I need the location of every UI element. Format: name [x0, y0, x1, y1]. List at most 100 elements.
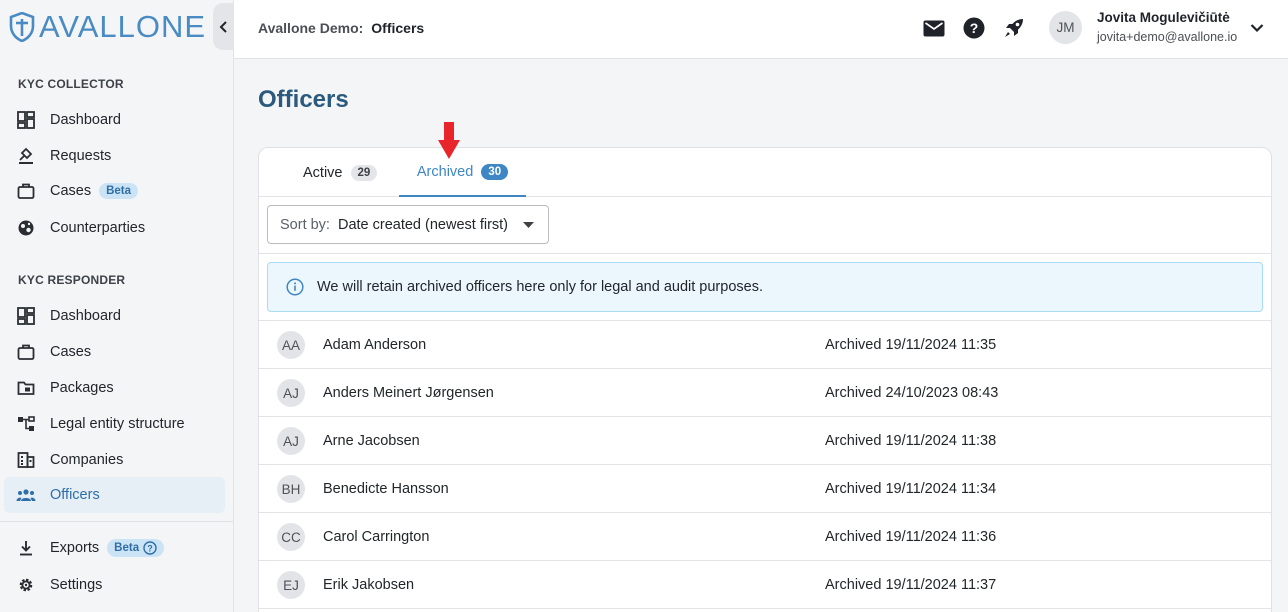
globe-icon [16, 218, 36, 238]
count-badge: 29 [350, 164, 378, 181]
officer-avatar: BH [277, 475, 305, 503]
officers-list: AA Adam Anderson Archived 19/11/2024 11:… [259, 321, 1271, 609]
stamp-icon [16, 146, 36, 166]
sidebar-item-label: Companies [50, 452, 124, 468]
sidebar-item-responder-cases[interactable]: Cases [4, 334, 225, 370]
sort-dropdown[interactable]: Sort by: Date created (newest first) [267, 205, 549, 244]
info-banner: We will retain archived officers here on… [267, 262, 1263, 312]
sidebar-item-label: Legal entity structure [50, 416, 185, 432]
chevron-left-icon [219, 20, 227, 33]
sort-row: Sort by: Date created (newest first) [259, 197, 1271, 254]
tab-active[interactable]: Active 29 [303, 148, 378, 197]
chevron-down-icon[interactable] [1250, 20, 1264, 38]
sidebar-item-responder-dashboard[interactable]: Dashboard [4, 298, 225, 334]
sidebar-item-label: Counterparties [50, 220, 146, 236]
sidebar-item-label: Exports [50, 540, 100, 556]
sidebar-item-label: Cases [50, 344, 92, 360]
info-row: We will retain archived officers here on… [259, 254, 1271, 321]
briefcase-icon [16, 342, 36, 362]
archived-date: Archived 24/10/2023 08:43 [825, 385, 999, 401]
gear-icon [16, 575, 36, 595]
sidebar-item-label: Cases [50, 183, 92, 199]
top-bar: Avallone Demo: Officers ? JM Jovita Mogu… [234, 0, 1288, 59]
section-label-kyc-responder: KYC RESPONDER [18, 273, 126, 287]
archived-date: Archived 19/11/2024 11:35 [825, 337, 997, 353]
user-email: jovita+demo@avallone.io [1097, 30, 1238, 44]
sidebar-item-companies[interactable]: Companies [4, 442, 225, 478]
table-row[interactable]: AJ Anders Meinert Jørgensen Archived 24/… [259, 369, 1271, 417]
info-text: We will retain archived officers here on… [317, 279, 763, 295]
people-icon [16, 485, 36, 505]
officer-name[interactable]: Carol Carrington [323, 529, 429, 545]
dashboard-icon [16, 110, 36, 130]
rocket-icon[interactable] [1002, 16, 1026, 40]
officer-name[interactable]: Erik Jakobsen [323, 577, 414, 593]
tab-archived[interactable]: Archived 30 [399, 148, 526, 197]
breadcrumb-org: Avallone Demo: [258, 20, 364, 36]
officer-name[interactable]: Adam Anderson [323, 337, 426, 353]
building-icon [16, 450, 36, 470]
table-row[interactable]: AA Adam Anderson Archived 19/11/2024 11:… [259, 321, 1271, 369]
officer-avatar: AJ [277, 379, 305, 407]
download-icon [16, 538, 36, 558]
officer-name[interactable]: Benedicte Hansson [323, 481, 449, 497]
brand-name: AVALLONE [39, 9, 207, 44]
beta-badge-label: Beta [114, 542, 140, 554]
sidebar-item-counterparties[interactable]: Counterparties [4, 210, 225, 246]
count-badge: 30 [481, 163, 509, 180]
sidebar-item-label: Dashboard [50, 308, 121, 324]
hierarchy-icon [16, 414, 36, 434]
sidebar-item-collector-cases[interactable]: Cases Beta [4, 173, 225, 209]
sidebar-item-label: Packages [50, 380, 114, 396]
help-icon[interactable]: ? [962, 16, 986, 40]
help-circle-icon[interactable]: ? [143, 541, 157, 555]
officer-avatar: AJ [277, 427, 305, 455]
section-label-kyc-collector: KYC COLLECTOR [18, 77, 124, 91]
sort-label: Sort by: [280, 216, 330, 233]
user-avatar[interactable]: JM [1049, 11, 1082, 44]
sidebar-item-packages[interactable]: Packages [4, 370, 225, 406]
table-row[interactable]: EJ Erik Jakobsen Archived 19/11/2024 11:… [259, 561, 1271, 609]
table-row[interactable]: CC Carol Carrington Archived 19/11/2024 … [259, 513, 1271, 561]
page-title: Officers [258, 86, 349, 113]
caret-down-icon [523, 222, 534, 228]
mail-icon[interactable] [922, 16, 946, 40]
officer-name[interactable]: Arne Jacobsen [323, 433, 420, 449]
archived-date: Archived 19/11/2024 11:38 [825, 433, 997, 449]
sidebar-divider [0, 521, 233, 522]
dashboard-icon [16, 306, 36, 326]
sidebar-item-officers[interactable]: Officers [4, 477, 225, 513]
user-name[interactable]: Jovita Mogulevičiūtė [1097, 10, 1230, 25]
archived-date: Archived 19/11/2024 11:36 [825, 529, 997, 545]
breadcrumb-page: Officers [371, 20, 425, 36]
table-row[interactable]: AJ Arne Jacobsen Archived 19/11/2024 11:… [259, 417, 1271, 465]
officer-name[interactable]: Anders Meinert Jørgensen [323, 385, 494, 401]
sidebar-item-legal-entity-structure[interactable]: Legal entity structure [4, 406, 225, 442]
sidebar-item-requests[interactable]: Requests [4, 138, 225, 174]
tab-bar: Active 29 Archived 30 [259, 148, 1271, 197]
svg-text:?: ? [147, 543, 153, 553]
annotation-arrow-icon [438, 122, 460, 159]
breadcrumb: Avallone Demo: Officers [258, 20, 424, 36]
sidebar-item-collector-dashboard[interactable]: Dashboard [4, 102, 225, 138]
sidebar: AVALLONE KYC COLLECTOR Dashboard Request… [0, 0, 235, 612]
sidebar-item-label: Requests [50, 148, 112, 164]
beta-badge: Beta ? [107, 539, 165, 557]
beta-badge: Beta [99, 183, 139, 199]
sort-value: Date created (newest first) [337, 216, 509, 233]
info-icon [286, 278, 304, 296]
archived-date: Archived 19/11/2024 11:37 [825, 577, 997, 593]
archived-date: Archived 19/11/2024 11:34 [825, 481, 997, 497]
sidebar-item-exports[interactable]: Exports Beta ? [4, 530, 225, 566]
sidebar-item-label: Settings [50, 577, 103, 593]
shield-logo-icon [9, 12, 35, 42]
tab-label: Active [303, 164, 343, 181]
sidebar-item-settings[interactable]: Settings [4, 567, 225, 603]
svg-text:?: ? [970, 20, 979, 36]
avallone-logo[interactable]: AVALLONE [9, 9, 207, 44]
officer-avatar: CC [277, 523, 305, 551]
officer-avatar: EJ [277, 571, 305, 599]
folder-icon [16, 378, 36, 398]
table-row[interactable]: BH Benedicte Hansson Archived 19/11/2024… [259, 465, 1271, 513]
collapse-sidebar-button[interactable] [213, 3, 235, 50]
